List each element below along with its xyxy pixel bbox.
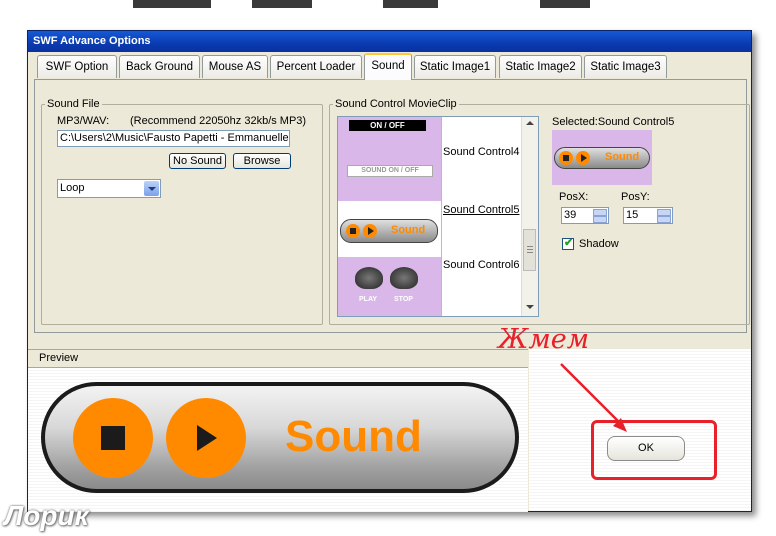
posy-up-icon[interactable]	[657, 209, 671, 216]
background-thumbnail	[252, 0, 312, 8]
play-icon	[576, 151, 590, 165]
preview-panel: Preview Sound	[28, 349, 528, 512]
sound-file-group: Sound File MP3/WAV: (Recommend 22050hz 3…	[41, 98, 323, 325]
playback-mode-select[interactable]: Loop	[57, 179, 161, 198]
scroll-up-icon[interactable]	[526, 121, 534, 125]
sound-control-list[interactable]: ON / OFF SOUND ON / OFF Sound Control4 S…	[337, 116, 539, 317]
tab-static-image1[interactable]: Static Image1	[414, 55, 496, 78]
play-knob-icon	[355, 267, 383, 289]
selected-label: Selected:Sound Control5	[552, 116, 675, 128]
selected-sound-control: Sound	[554, 147, 650, 169]
posx-up-icon[interactable]	[593, 209, 607, 216]
list-item-label: Sound Control6	[443, 259, 520, 271]
sound-file-label: Sound File	[45, 98, 102, 110]
preview-sound-text: Sound	[285, 412, 422, 461]
scroll-thumb[interactable]	[523, 229, 536, 271]
play-icon	[166, 398, 246, 478]
list-item-thumbnail: PLAY STOP	[338, 257, 442, 316]
tab-sound[interactable]: Sound	[364, 53, 412, 80]
preview-canvas: Sound	[28, 368, 528, 512]
list-item-label: Sound Control5	[443, 204, 520, 216]
tab-percent-loader[interactable]: Percent Loader	[270, 55, 362, 78]
playback-mode-value: Loop	[60, 182, 85, 194]
stop-icon	[559, 151, 573, 165]
tab-back-ground[interactable]: Back Ground	[119, 55, 200, 78]
selected-sound-text: Sound	[605, 151, 640, 163]
posx-value: 39	[564, 209, 577, 221]
posx-label: PosX:	[559, 191, 589, 203]
annotation-text: Жмем	[498, 324, 590, 355]
shadow-checkbox[interactable]: ✔	[562, 237, 574, 250]
list-scrollbar[interactable]	[521, 117, 538, 316]
title-bar[interactable]: SWF Advance Options	[28, 31, 751, 52]
background-thumbnail	[133, 0, 211, 8]
posy-label: PosY:	[621, 191, 650, 203]
scroll-down-icon[interactable]	[526, 305, 534, 309]
tab-mouse-as[interactable]: Mouse AS	[202, 55, 268, 78]
stop-thumb-label: STOP	[394, 296, 413, 303]
background-thumbnail	[540, 0, 590, 8]
posx-down-icon[interactable]	[593, 216, 607, 223]
play-thumb-label: PLAY	[359, 296, 378, 303]
recommend-text: (Recommend 22050hz 32kb/s MP3)	[130, 115, 307, 127]
posy-down-icon[interactable]	[657, 216, 671, 223]
list-item-selected[interactable]: Sound Sound Control5	[338, 201, 522, 257]
stop-knob-icon	[390, 267, 418, 289]
background-strip	[0, 0, 776, 30]
tab-static-image3[interactable]: Static Image3	[584, 55, 667, 78]
list-item-thumbnail: SOUND ON / OFF	[338, 143, 442, 201]
sound-control-group: Sound Control MovieClip ON / OFF SOUND O…	[329, 98, 750, 325]
sound-thumb-text: Sound	[391, 224, 426, 236]
posx-spinner[interactable]: 39	[561, 207, 609, 224]
tab-swf-option[interactable]: SWF Option	[37, 55, 117, 78]
posy-spinner[interactable]: 15	[623, 207, 673, 224]
watermark-text: Лорик	[4, 500, 89, 531]
sound-control5-thumb: Sound	[340, 219, 438, 243]
list-item-label: Sound Control4	[443, 146, 520, 158]
stop-icon	[73, 398, 153, 478]
sound-on-off-thumb-label: SOUND ON / OFF	[347, 165, 433, 177]
selected-thumbnail: Sound	[552, 130, 652, 185]
list-item[interactable]: PLAY STOP Sound Control6	[338, 257, 522, 316]
sound-control-preview: Sound	[41, 382, 519, 493]
sound-path-input[interactable]: C:\Users\2\Music\Fausto Papetti - Emmanu…	[57, 130, 290, 147]
browse-button[interactable]: Browse	[233, 153, 291, 169]
list-item[interactable]: SOUND ON / OFF Sound Control4	[338, 143, 522, 201]
list-item-thumbnail: Sound	[338, 201, 442, 257]
stop-icon	[346, 224, 360, 238]
posy-value: 15	[626, 209, 639, 221]
list-item-thumbnail: ON / OFF	[338, 117, 442, 143]
background-thumbnail	[383, 0, 438, 8]
tab-static-image2[interactable]: Static Image2	[499, 55, 582, 78]
sound-control-label: Sound Control MovieClip	[333, 98, 459, 110]
mp3-wav-label: MP3/WAV:	[57, 115, 110, 127]
on-off-thumb-label: ON / OFF	[349, 120, 426, 131]
preview-label: Preview	[39, 352, 79, 364]
checkmark-icon: ✔	[564, 237, 574, 249]
preview-header: Preview	[28, 350, 528, 368]
window-title: SWF Advance Options	[33, 35, 151, 47]
chevron-down-icon[interactable]	[144, 181, 159, 196]
no-sound-button[interactable]: No Sound	[169, 153, 226, 169]
annotation-arrow-icon	[560, 363, 627, 432]
play-icon	[363, 224, 377, 238]
shadow-label: Shadow	[579, 238, 619, 250]
